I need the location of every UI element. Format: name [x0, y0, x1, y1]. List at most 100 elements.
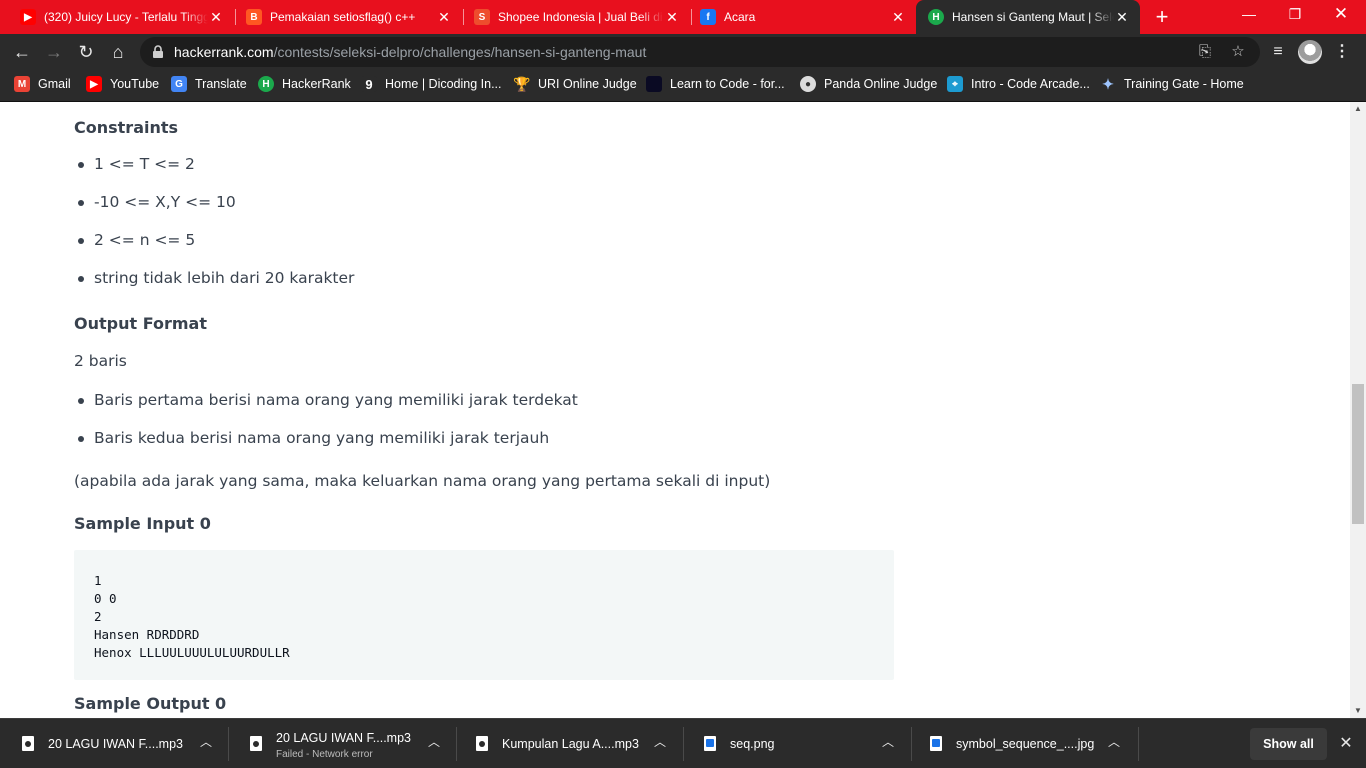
- bookmark-training-gate[interactable]: ✦ Training Gate - Home: [1100, 70, 1244, 98]
- bookmark-label: Translate: [195, 77, 247, 91]
- shopee-icon: S: [474, 9, 490, 25]
- sample-output-heading: Sample Output 0: [74, 694, 227, 713]
- bullet: [78, 398, 84, 404]
- bookmark-dicoding[interactable]: 9 Home | Dicoding In...: [361, 70, 502, 98]
- minimize-button[interactable]: —: [1226, 0, 1272, 30]
- bullet: [78, 436, 84, 442]
- close-window-button[interactable]: ✕: [1318, 0, 1364, 30]
- tab-title: Hansen si Ganteng Maut | Seleksi: [952, 10, 1114, 24]
- tab-title: Pemakaian setiosflag() c++: [270, 10, 416, 24]
- download-filename: Kumpulan Lagu A....mp3: [502, 737, 639, 751]
- bookmark-label: Intro - Code Arcade...: [971, 77, 1090, 91]
- bookmark-label: Gmail: [38, 77, 71, 91]
- tab-strip: ▶ (320) Juicy Lucy - Terlalu Tinggi ✕ B …: [0, 0, 1366, 34]
- bookmark-label: Training Gate - Home: [1124, 77, 1244, 91]
- tab-title: (320) Juicy Lucy - Terlalu Tinggi: [44, 10, 208, 24]
- close-icon[interactable]: ✕: [890, 9, 906, 25]
- tab-title: Shopee Indonesia | Jual Beli di: [498, 10, 663, 24]
- bullet: [78, 276, 84, 282]
- restore-button[interactable]: ❐: [1272, 0, 1318, 30]
- bookmark-label: Home | Dicoding In...: [385, 77, 502, 91]
- download-filename: 20 LAGU IWAN F....mp3: [276, 731, 411, 745]
- scrollbar-thumb[interactable]: [1352, 384, 1364, 524]
- download-item[interactable]: symbol_sequence_....jpg ︿: [908, 719, 1134, 768]
- bookmark-star-icon[interactable]: ☆: [1228, 42, 1248, 62]
- bookmark-uri-online-judge[interactable]: 🏆 URI Online Judge: [513, 70, 637, 98]
- url-host: hackerrank.com: [174, 44, 274, 60]
- download-item[interactable]: seq.png ︿: [682, 719, 908, 768]
- tab-blogger[interactable]: B Pemakaian setiosflag() c++ ✕: [236, 0, 462, 34]
- image-file-icon: [930, 736, 942, 751]
- translate-icon[interactable]: ⎘: [1195, 42, 1215, 62]
- tab-youtube[interactable]: ▶ (320) Juicy Lucy - Terlalu Tinggi ✕: [0, 0, 234, 34]
- close-icon[interactable]: ✕: [1114, 9, 1130, 25]
- bookmark-gmail[interactable]: M Gmail: [14, 70, 71, 98]
- hackerrank-icon: H: [928, 9, 944, 25]
- close-icon[interactable]: ✕: [664, 9, 680, 25]
- page-scrollbar[interactable]: ▲ ▼: [1350, 102, 1366, 718]
- youtube-icon: ▶: [20, 9, 36, 25]
- tab-hackerrank[interactable]: H Hansen si Ganteng Maut | Seleksi ✕: [916, 0, 1140, 34]
- download-item[interactable]: Kumpulan Lagu A....mp3 ︿: [454, 719, 680, 768]
- address-bar[interactable]: hackerrank.com/contests/seleksi-delpro/c…: [140, 37, 1260, 67]
- url-path: /contests/seleksi-delpro/challenges/hans…: [273, 44, 647, 60]
- constraints-heading: Constraints: [74, 118, 179, 137]
- hackerrank-icon: H: [258, 76, 274, 92]
- bookmark-panda-online-judge[interactable]: ● Panda Online Judge: [800, 70, 937, 98]
- constraint-item: -10 <= X,Y <= 10: [94, 193, 236, 211]
- show-all-downloads-button[interactable]: Show all: [1250, 728, 1327, 760]
- output-format-heading: Output Format: [74, 314, 207, 333]
- audio-file-icon: [476, 736, 488, 751]
- download-filename: 20 LAGU IWAN F....mp3: [48, 737, 183, 751]
- download-separator: [1138, 727, 1139, 761]
- close-icon[interactable]: ✕: [436, 9, 452, 25]
- dicoding-icon: 9: [361, 76, 377, 92]
- bookmark-label: URI Online Judge: [538, 77, 637, 91]
- bullet: [78, 200, 84, 206]
- tab-shopee[interactable]: S Shopee Indonesia | Jual Beli di ✕: [464, 0, 690, 34]
- scroll-down-arrow-icon[interactable]: ▼: [1350, 704, 1366, 718]
- tab-facebook[interactable]: f Acara ✕: [692, 0, 916, 34]
- chevron-up-icon[interactable]: ︿: [426, 734, 442, 750]
- sample-input-code: 1 0 0 2 Hansen RDRDDRD Henox LLLUULUUULU…: [74, 550, 894, 680]
- back-button[interactable]: ←: [8, 38, 36, 66]
- profile-avatar[interactable]: [1298, 40, 1322, 64]
- output-lines-text: 2 baris: [74, 352, 127, 370]
- chevron-up-icon[interactable]: ︿: [652, 734, 668, 750]
- bookmark-hackerrank[interactable]: H HackerRank: [258, 70, 351, 98]
- output-item: Baris kedua berisi nama orang yang memil…: [94, 429, 550, 447]
- bookmark-label: Panda Online Judge: [824, 77, 938, 91]
- sample-input-text: 1 0 0 2 Hansen RDRDDRD Henox LLLUULUUULU…: [94, 573, 290, 660]
- download-item[interactable]: 20 LAGU IWAN F....mp3 Failed - Network e…: [228, 719, 454, 768]
- browser-toolbar: ← → ↻ ⌂ hackerrank.com/contests/seleksi-…: [0, 34, 1366, 70]
- download-item[interactable]: 20 LAGU IWAN F....mp3 ︿: [0, 719, 226, 768]
- chevron-up-icon[interactable]: ︿: [198, 734, 214, 750]
- chevron-up-icon[interactable]: ︿: [1106, 734, 1122, 750]
- close-icon[interactable]: ✕: [208, 9, 224, 25]
- bookmark-translate[interactable]: G Translate: [171, 70, 247, 98]
- bullet: [78, 238, 84, 244]
- bookmark-youtube[interactable]: ▶ YouTube: [86, 70, 159, 98]
- facebook-icon: f: [700, 9, 716, 25]
- bookmark-label: Learn to Code - for...: [670, 77, 785, 91]
- close-icon[interactable]: ✕: [1336, 732, 1356, 756]
- blogger-icon: B: [246, 9, 262, 25]
- home-button[interactable]: ⌂: [104, 38, 132, 66]
- scroll-up-arrow-icon[interactable]: ▲: [1350, 102, 1366, 116]
- bookmark-codesignal[interactable]: ⌖ Intro - Code Arcade...: [947, 70, 1090, 98]
- new-tab-button[interactable]: +: [1150, 5, 1174, 29]
- constraint-item: string tidak lebih dari 20 karakter: [94, 269, 355, 287]
- url-text: hackerrank.com/contests/seleksi-delpro/c…: [174, 37, 646, 67]
- media-controls-icon[interactable]: ≡: [1266, 40, 1290, 64]
- lock-icon: [153, 45, 163, 58]
- gmail-icon: M: [14, 76, 30, 92]
- bookmark-freecodecamp[interactable]: Learn to Code - for...: [646, 70, 785, 98]
- sample-input-heading: Sample Input 0: [74, 514, 211, 533]
- trophy-icon: 🏆: [513, 75, 531, 92]
- download-shelf: 20 LAGU IWAN F....mp3 ︿ 20 LAGU IWAN F..…: [0, 718, 1366, 768]
- forward-button[interactable]: →: [40, 38, 68, 66]
- chevron-up-icon[interactable]: ︿: [880, 734, 896, 750]
- reload-button[interactable]: ↻: [72, 38, 100, 66]
- menu-icon[interactable]: ⋮: [1330, 40, 1354, 64]
- google-translate-icon: G: [171, 76, 187, 92]
